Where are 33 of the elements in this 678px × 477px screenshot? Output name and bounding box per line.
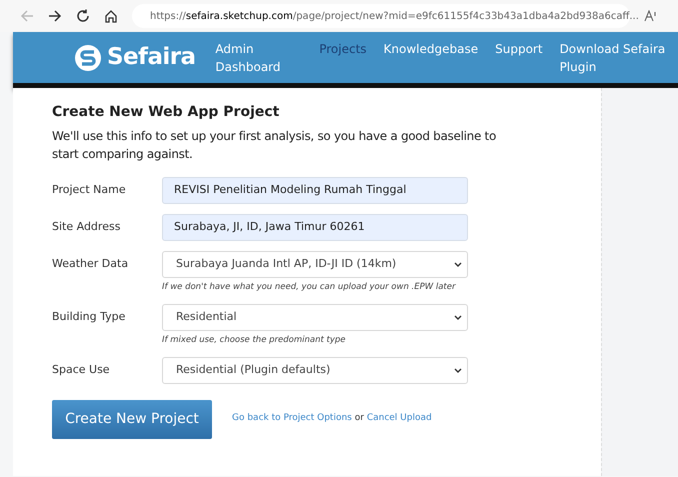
nav-link[interactable]: Support	[495, 40, 543, 76]
field-hint: If mixed use, choose the predominant type	[162, 334, 346, 346]
nav-link[interactable]: Admin Dashboard	[215, 40, 302, 76]
field-label: Weather Data	[52, 256, 130, 272]
chevron-down-icon	[454, 368, 462, 372]
links-text: Go back to Project Options or Cancel Upload	[232, 412, 432, 426]
chevron-down-icon	[454, 262, 462, 267]
form-title: Create New Web App Project	[52, 103, 280, 122]
home-icon[interactable]	[104, 9, 118, 23]
forward-icon[interactable]	[48, 9, 62, 23]
nav-link[interactable]: Download Sefaira Plugin	[560, 40, 678, 76]
field-label: Project Name	[52, 182, 127, 198]
logo-icon	[75, 44, 101, 70]
logo-text: Sefaira	[107, 43, 196, 72]
back-link[interactable]: Go back to Project Options	[232, 413, 352, 424]
field-label: Site Address	[52, 219, 122, 235]
create-project-button[interactable]: Create New Project	[52, 400, 212, 438]
field-hint: If we don't have what you need, you can upload your own .EPW later	[162, 281, 457, 294]
reload-icon[interactable]	[76, 9, 90, 23]
chevron-down-icon	[454, 314, 462, 320]
dropdown[interactable]: Residential	[162, 304, 468, 331]
url-text: https://sefaira.sketchup.com/page/project/new?mid=e9fc61155f4c33b43a1dba4a2bd938a6caff...	[150, 10, 639, 24]
text-field[interactable]: REVISI Penelitian Modeling Rumah Tinggal	[162, 177, 468, 204]
field-label: Space Use	[52, 362, 111, 378]
dropdown[interactable]: Residential (Plugin defaults)	[162, 356, 468, 384]
field-label: Building Type	[52, 308, 126, 325]
intro-text: We'll use this info to set up your first analysis, so you have a good baseline to start comparing against.	[52, 128, 497, 163]
text-field[interactable]: Surabaya, JI, ID, Jawa Timur 60261	[162, 214, 468, 241]
read-aloud-icon[interactable]	[644, 10, 658, 22]
nav-link[interactable]: Projects	[319, 40, 367, 76]
nav-link[interactable]: Knowledgebase	[384, 40, 478, 76]
cancel-link[interactable]: Cancel Upload	[366, 413, 432, 424]
dropdown[interactable]: Surabaya Juanda Intl AP, ID-JI ID (14km)	[162, 251, 468, 278]
